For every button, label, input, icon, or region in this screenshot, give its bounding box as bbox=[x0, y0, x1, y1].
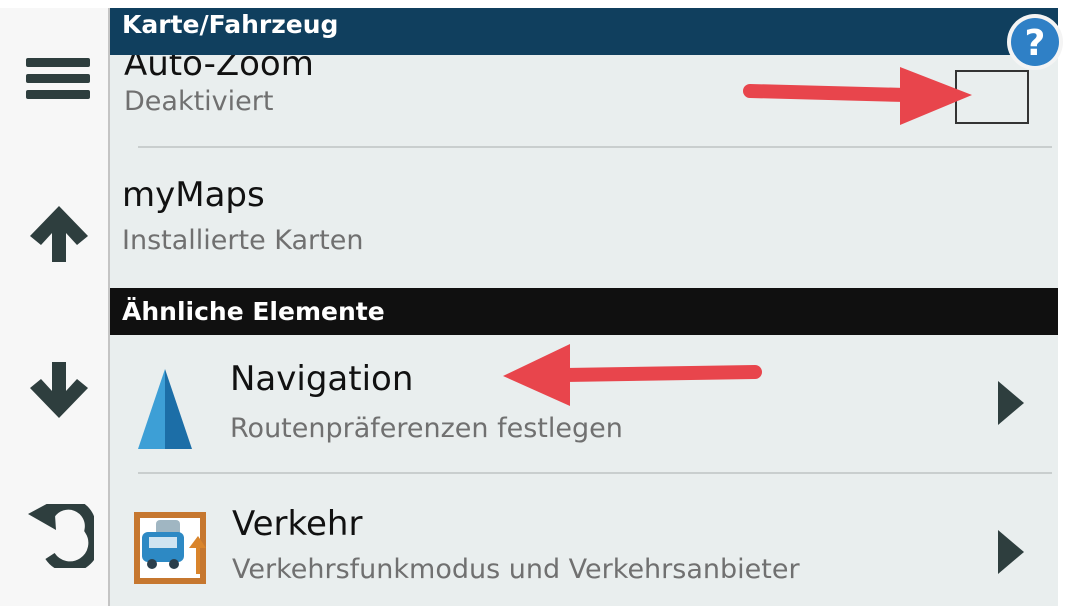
navigation-arrow-icon bbox=[138, 369, 192, 449]
setting-row-mymaps[interactable]: myMaps Installierte Karten bbox=[110, 148, 1058, 288]
setting-subtitle: Deaktiviert bbox=[124, 86, 274, 117]
chevron-right-icon bbox=[998, 381, 1024, 425]
related-item-traffic[interactable]: Verkehr Verkehrsfunkmodus und Verkehrsan… bbox=[110, 474, 1058, 606]
scroll-up-button[interactable] bbox=[26, 204, 94, 264]
question-mark-icon: ? bbox=[1007, 14, 1063, 70]
back-icon bbox=[28, 504, 94, 568]
setting-title: myMaps bbox=[122, 175, 265, 215]
sidebar bbox=[0, 8, 110, 606]
traffic-icon bbox=[134, 512, 206, 584]
section-header: Ähnliche Elemente bbox=[110, 288, 1058, 335]
menu-button[interactable] bbox=[26, 48, 94, 108]
title-bar: Karte/Fahrzeug bbox=[110, 8, 1058, 55]
item-title: Verkehr bbox=[232, 504, 363, 544]
chevron-right-icon bbox=[998, 530, 1024, 574]
item-subtitle: Routenpräferenzen festlegen bbox=[230, 413, 623, 444]
setting-subtitle: Installierte Karten bbox=[122, 225, 364, 256]
help-button[interactable]: ? bbox=[1005, 12, 1065, 72]
arrow-down-icon bbox=[30, 362, 88, 418]
page-title: Karte/Fahrzeug bbox=[122, 10, 339, 39]
annotation-arrow-right bbox=[743, 67, 972, 125]
item-title: Navigation bbox=[230, 359, 414, 399]
scroll-down-button[interactable] bbox=[26, 360, 94, 420]
help-label: ? bbox=[1025, 23, 1046, 64]
menu-icon bbox=[26, 58, 90, 99]
back-button[interactable] bbox=[26, 504, 94, 568]
annotation-arrow-left bbox=[503, 344, 762, 406]
arrow-up-icon bbox=[30, 206, 88, 262]
item-subtitle: Verkehrsfunkmodus und Verkehrsanbieter bbox=[232, 554, 800, 585]
